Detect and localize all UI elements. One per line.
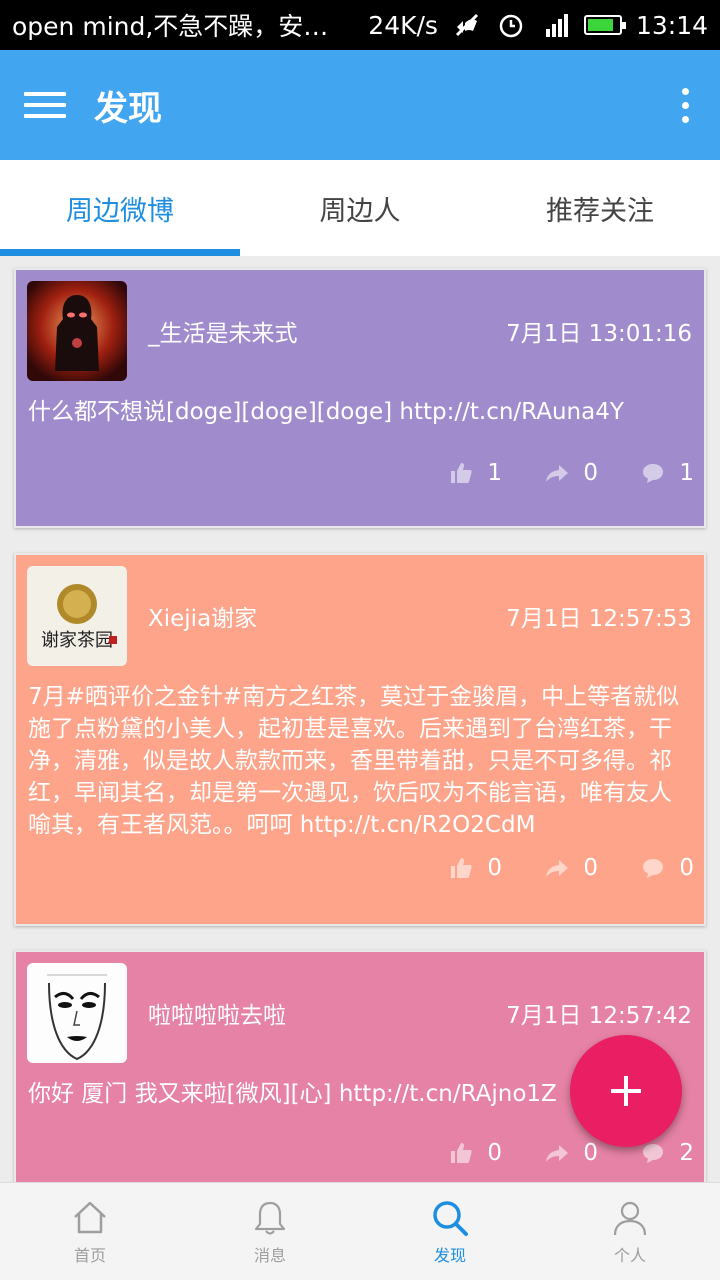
post-text[interactable]: 7月#晒评价之金针#南方之红茶，莫过于金骏眉，中上等者就似施了点粉黛的小美人，起… bbox=[28, 681, 694, 841]
repost-button[interactable]: 0 bbox=[502, 1140, 598, 1166]
like-button[interactable]: 0 bbox=[406, 1140, 502, 1166]
like-button[interactable]: 0 bbox=[406, 855, 502, 881]
search-icon bbox=[433, 1200, 468, 1236]
comment-count: 1 bbox=[679, 460, 694, 486]
status-bar: open mind,不急不躁，安… 24K/s 13:14 bbox=[0, 0, 720, 50]
battery-icon bbox=[583, 15, 626, 35]
bell-icon bbox=[254, 1201, 286, 1235]
bottom-nav: 首页 消息 发现 个人 bbox=[0, 1182, 720, 1280]
share-arrow-icon bbox=[546, 860, 569, 877]
post-actions: 0 0 2 bbox=[406, 1140, 694, 1166]
post-time: 7月1日 13:01:16 bbox=[506, 321, 692, 347]
post-username[interactable]: 啦啦啦啦去啦 bbox=[148, 996, 286, 1030]
post-card[interactable]: 谢家茶园 Xiejia谢家 7月1日 12:57:53 7月#晒评价之金针#南方… bbox=[14, 553, 706, 926]
page-title: 发现 bbox=[94, 88, 162, 129]
comment-icon bbox=[643, 859, 664, 878]
svg-text:谢家茶园: 谢家茶园 bbox=[41, 630, 113, 651]
home-icon bbox=[74, 1201, 106, 1233]
mute-icon bbox=[452, 12, 482, 38]
menu-button[interactable] bbox=[0, 50, 90, 160]
comment-button[interactable]: 0 bbox=[598, 855, 694, 881]
tab-nearby-people[interactable]: 周边人 bbox=[240, 160, 480, 256]
post-time: 7月1日 12:57:42 bbox=[506, 1003, 692, 1029]
nav-profile[interactable]: 个人 bbox=[540, 1183, 720, 1280]
nav-messages-label: 消息 bbox=[253, 1245, 286, 1265]
repost-button[interactable]: 0 bbox=[502, 855, 598, 881]
comment-count: 0 bbox=[679, 855, 694, 881]
thumbs-up-icon bbox=[451, 858, 472, 878]
status-time: 13:14 bbox=[635, 10, 708, 40]
like-count: 0 bbox=[487, 855, 502, 881]
nav-home-label: 首页 bbox=[73, 1245, 106, 1265]
nav-home[interactable]: 首页 bbox=[0, 1183, 180, 1280]
nav-discover-label: 发现 bbox=[433, 1245, 466, 1265]
like-count: 1 bbox=[487, 460, 502, 486]
comment-count: 2 bbox=[679, 1140, 694, 1166]
nav-profile-label: 个人 bbox=[613, 1245, 646, 1265]
repost-count: 0 bbox=[583, 1140, 598, 1166]
comment-icon bbox=[643, 1144, 664, 1163]
avatar[interactable] bbox=[27, 281, 127, 381]
post-text[interactable]: 什么都不想说[doge][doge][doge] http://t.cn/RAu… bbox=[28, 396, 694, 428]
post-username[interactable]: Xiejia谢家 bbox=[148, 599, 257, 633]
avatar[interactable] bbox=[27, 963, 127, 1063]
avatar[interactable]: 谢家茶园 bbox=[27, 566, 127, 666]
post-card[interactable]: _生活是未来式 7月1日 13:01:16 什么都不想说[doge][doge]… bbox=[14, 268, 706, 528]
comment-icon bbox=[643, 464, 664, 483]
tab-bar: 周边微博 周边人 推荐关注 bbox=[0, 160, 720, 256]
share-arrow-icon bbox=[546, 1145, 569, 1162]
post-actions: 1 0 1 bbox=[406, 460, 694, 486]
more-options-button[interactable] bbox=[650, 50, 720, 160]
status-notification: open mind,不急不躁，安… bbox=[12, 12, 329, 41]
repost-count: 0 bbox=[583, 855, 598, 881]
share-arrow-icon bbox=[546, 465, 569, 482]
alarm-icon bbox=[496, 12, 526, 38]
network-speed: 24K/s bbox=[368, 10, 438, 40]
post-username[interactable]: _生活是未来式 bbox=[148, 314, 298, 348]
person-icon bbox=[613, 1201, 647, 1235]
nav-discover[interactable]: 发现 bbox=[360, 1183, 540, 1280]
post-time: 7月1日 12:57:53 bbox=[506, 606, 692, 632]
compose-fab-button[interactable] bbox=[570, 1035, 682, 1147]
repost-count: 0 bbox=[583, 460, 598, 486]
like-count: 0 bbox=[487, 1140, 502, 1166]
repost-button[interactable]: 0 bbox=[502, 460, 598, 486]
tab-nearby-weibo[interactable]: 周边微博 bbox=[0, 160, 240, 256]
signal-icon bbox=[540, 12, 570, 38]
tab-recommended[interactable]: 推荐关注 bbox=[480, 160, 720, 256]
post-actions: 0 0 0 bbox=[406, 855, 694, 881]
plus-icon bbox=[611, 1076, 641, 1106]
thumbs-up-icon bbox=[451, 1143, 472, 1163]
app-bar: 发现 bbox=[0, 50, 720, 160]
nav-messages[interactable]: 消息 bbox=[180, 1183, 360, 1280]
like-button[interactable]: 1 bbox=[406, 460, 502, 486]
thumbs-up-icon bbox=[451, 463, 472, 483]
hamburger-icon bbox=[24, 92, 66, 118]
comment-button[interactable]: 1 bbox=[598, 460, 694, 486]
